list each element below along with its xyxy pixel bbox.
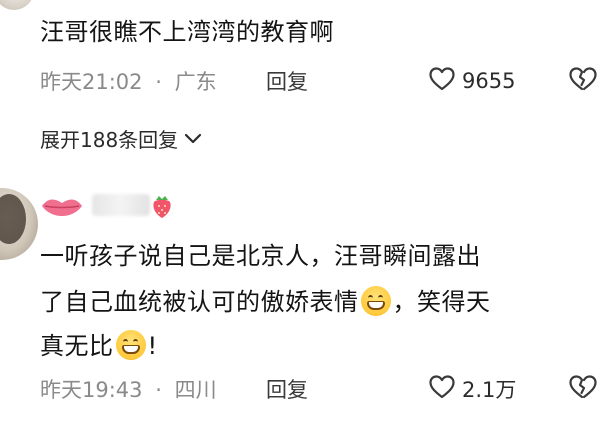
comment-text-segment: 了自己血统被认可的傲娇表情 (40, 288, 359, 316)
comment-text-segment: ! (147, 332, 158, 360)
heart-outline-icon (428, 66, 456, 96)
dislike-button[interactable] (568, 374, 598, 404)
comment-location: 四川 (174, 378, 217, 402)
lips-icon (40, 196, 84, 222)
comment-time: 昨天21:02 (40, 70, 143, 94)
like-button[interactable]: 2.1万 (428, 374, 516, 404)
avatar[interactable] (0, 188, 38, 260)
comment-text: 汪哥很瞧不上湾湾的教育啊 (40, 18, 334, 46)
grinning-face-emoji (360, 286, 391, 316)
comment-location: 广东 (174, 70, 217, 94)
grinning-face-emoji (115, 330, 146, 360)
comment-text-segment: 真无比 (40, 332, 114, 360)
comment-meta: 昨天19:43 · 四川 (40, 374, 217, 404)
comment-meta: 昨天21:02 · 广东 (40, 66, 217, 96)
comment-text-line: 一听孩子说自己是北京人，汪哥瞬间露出 (40, 242, 481, 270)
chevron-down-icon (184, 127, 202, 151)
expand-replies-label: 展开188条回复 (40, 128, 179, 152)
comment-text-segment: ，笑得天 (392, 288, 491, 316)
heart-outline-icon (428, 374, 456, 404)
avatar[interactable] (0, 0, 34, 10)
comment-text-line: 真无比! (40, 326, 158, 361)
meta-separator: · (155, 378, 162, 402)
strawberry-icon (150, 194, 174, 224)
reply-button[interactable]: 回复 (266, 66, 308, 96)
comment-text-line: 了自己血统被认可的傲娇表情 ，笑得天 (40, 282, 491, 317)
reply-button[interactable]: 回复 (266, 374, 308, 404)
like-button[interactable]: 9655 (428, 66, 515, 96)
like-count: 2.1万 (462, 378, 517, 402)
comment-time: 昨天19:43 (40, 378, 143, 402)
broken-heart-icon (568, 374, 598, 404)
dislike-button[interactable] (568, 66, 598, 96)
like-count: 9655 (462, 69, 516, 93)
broken-heart-icon (568, 66, 598, 96)
meta-separator: · (155, 70, 162, 94)
username[interactable] (92, 194, 150, 216)
expand-replies-button[interactable]: 展开188条回复 (40, 124, 202, 153)
